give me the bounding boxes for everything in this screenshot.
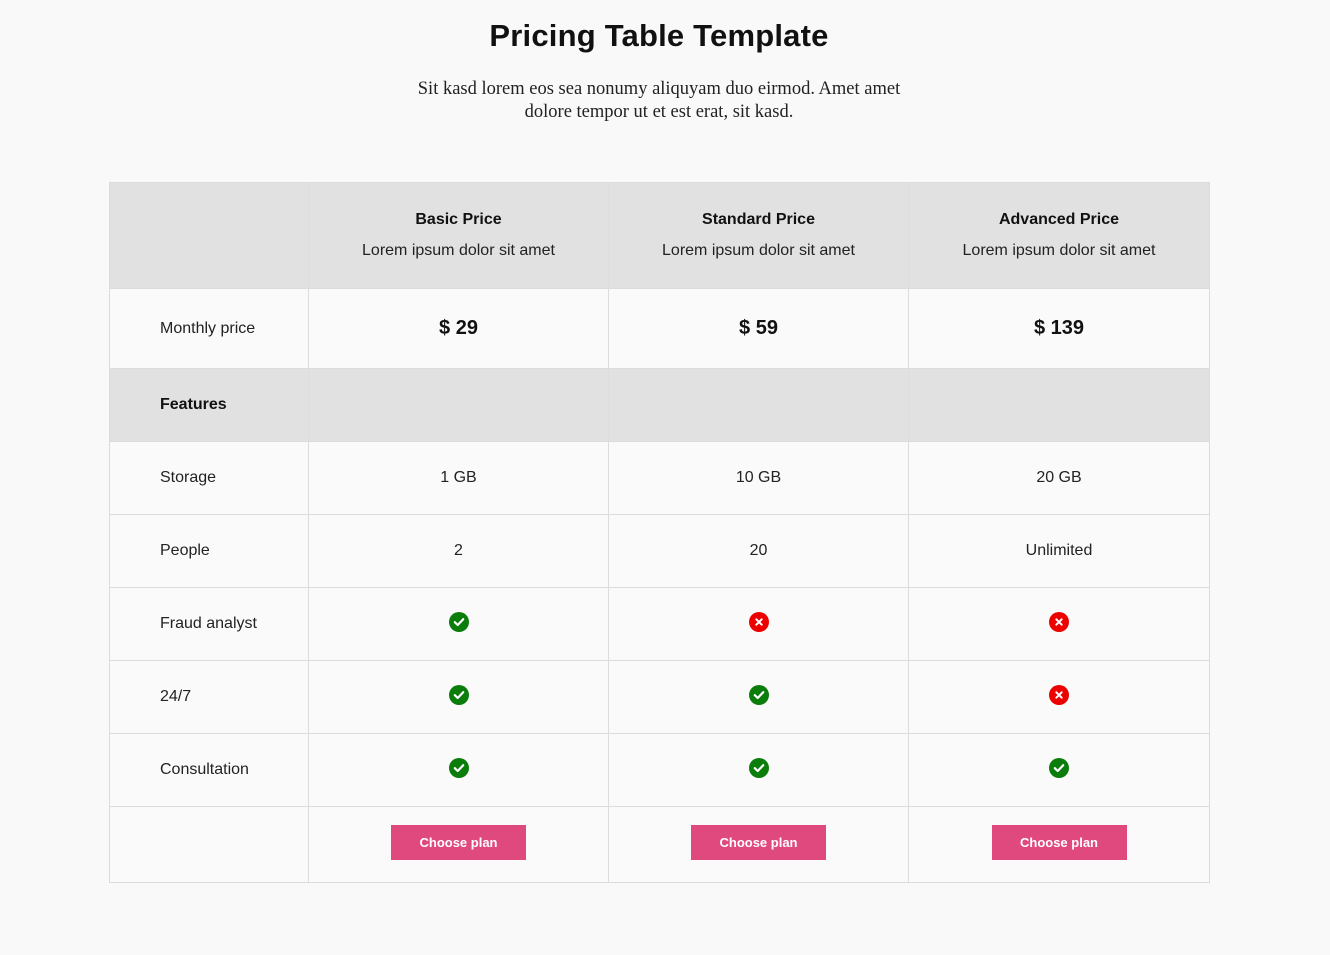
price-cell-advanced: $ 139 <box>908 288 1210 369</box>
plan-price: $ 59 <box>739 317 778 339</box>
features-heading-row: Features <box>109 368 1210 442</box>
empty-cell <box>608 368 909 442</box>
plan-price: $ 139 <box>1033 317 1085 339</box>
empty-cell <box>109 806 309 883</box>
feature-row: Consultation <box>109 733 1210 807</box>
pricing-table: Basic Price Lorem ipsum dolor sit amet S… <box>109 182 1210 883</box>
feature-label: Fraud analyst <box>109 587 309 661</box>
feature-status-cell <box>308 587 609 661</box>
feature-label: 24/7 <box>109 660 309 734</box>
check-circle-icon <box>448 612 469 632</box>
check-circle-icon <box>448 758 469 778</box>
feature-status-cell <box>908 587 1210 661</box>
feature-row: People 2 20 Unlimited <box>109 514 1210 588</box>
feature-status-cell <box>908 660 1210 734</box>
feature-status-cell <box>608 587 909 661</box>
feature-value: 10 GB <box>608 441 909 515</box>
feature-row: 24/7 <box>109 660 1210 734</box>
price-cell-basic: $ 29 <box>308 288 609 369</box>
feature-status-cell <box>908 733 1210 807</box>
cross-circle-icon <box>1049 612 1069 632</box>
action-cell-basic: Choose plan <box>308 806 609 883</box>
choose-plan-button-standard[interactable]: Choose plan <box>691 825 826 860</box>
action-cell-advanced: Choose plan <box>908 806 1210 883</box>
check-circle-icon <box>748 758 769 778</box>
plan-description: Lorem ipsum dolor sit amet <box>362 242 555 259</box>
plan-name: Standard Price <box>702 211 815 228</box>
feature-label: Storage <box>109 441 309 515</box>
plan-name: Advanced Price <box>998 211 1120 228</box>
cross-circle-icon <box>1049 685 1069 705</box>
plan-header-advanced: Advanced Price Lorem ipsum dolor sit ame… <box>908 182 1210 289</box>
feature-status-cell <box>608 660 909 734</box>
feature-value: 20 GB <box>908 441 1210 515</box>
empty-cell <box>908 368 1210 442</box>
row-label: Monthly price <box>109 288 309 369</box>
header-empty-cell <box>109 182 309 289</box>
feature-value: 2 <box>308 514 609 588</box>
feature-label: Consultation <box>109 733 309 807</box>
feature-row: Fraud analyst <box>109 587 1210 661</box>
feature-rows: Storage 1 GB 10 GB 20 GB People 2 20 Unlimited F… <box>109 441 1210 807</box>
feature-row: Storage 1 GB 10 GB 20 GB <box>109 441 1210 515</box>
plan-description: Lorem ipsum dolor sit amet <box>962 242 1156 259</box>
feature-status-cell <box>608 733 909 807</box>
feature-status-cell <box>308 733 609 807</box>
feature-value: 1 GB <box>308 441 609 515</box>
plan-header-standard: Standard Price Lorem ipsum dolor sit ame… <box>608 182 909 289</box>
plan-description: Lorem ipsum dolor sit amet <box>662 242 855 259</box>
choose-plan-button-basic[interactable]: Choose plan <box>391 825 526 860</box>
feature-value: Unlimited <box>908 514 1210 588</box>
plan-header-basic: Basic Price Lorem ipsum dolor sit amet <box>308 182 609 289</box>
page-subtitle: Sit kasd lorem eos sea nonumy aliquyam d… <box>417 79 901 122</box>
features-heading: Features <box>109 368 309 442</box>
empty-cell <box>308 368 609 442</box>
plan-header-row: Basic Price Lorem ipsum dolor sit amet S… <box>109 182 1210 289</box>
feature-value: 20 <box>608 514 909 588</box>
plan-name: Basic Price <box>415 211 502 228</box>
check-circle-icon <box>748 685 769 705</box>
actions-row: Choose plan Choose plan Choose plan <box>109 806 1210 883</box>
cross-circle-icon <box>748 612 769 632</box>
feature-status-cell <box>308 660 609 734</box>
choose-plan-button-advanced[interactable]: Choose plan <box>991 825 1127 860</box>
check-circle-icon <box>448 685 469 705</box>
plan-price: $ 29 <box>439 317 478 339</box>
page-title: Pricing Table Template <box>489 18 829 53</box>
action-cell-standard: Choose plan <box>608 806 909 883</box>
monthly-price-row: Monthly price $ 29 $ 59 $ 139 <box>109 288 1210 369</box>
feature-label: People <box>109 514 309 588</box>
price-cell-standard: $ 59 <box>608 288 909 369</box>
check-circle-icon <box>1049 758 1069 778</box>
